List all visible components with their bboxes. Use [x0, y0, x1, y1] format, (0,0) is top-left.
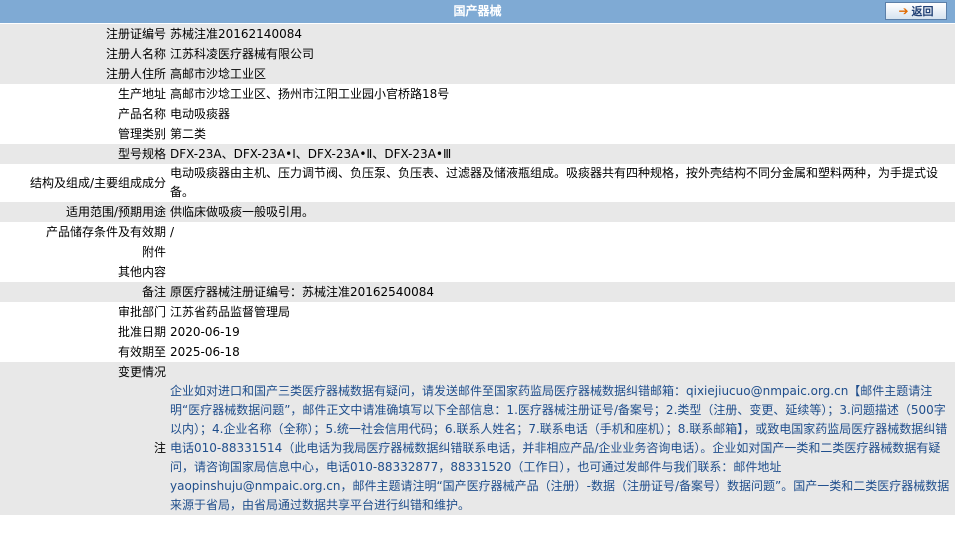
- field-label: 结构及组成/主要组成成分: [0, 164, 168, 202]
- table-row: 注册人住所 高邮市沙埝工业区: [0, 64, 955, 84]
- table-row: 产品名称 电动吸痰器: [0, 104, 955, 124]
- table-row: 产品储存条件及有效期 /: [0, 222, 955, 242]
- field-label: 变更情况: [0, 362, 168, 382]
- field-label: 备注: [0, 282, 168, 302]
- field-value: 电动吸痰器: [168, 104, 955, 124]
- field-label: 产品储存条件及有效期: [0, 222, 168, 242]
- table-row: 有效期至 2025-06-18: [0, 342, 955, 362]
- table-row: 附件: [0, 242, 955, 262]
- field-value: 苏械注准20162140084: [168, 24, 955, 44]
- field-value: 2020-06-19: [168, 322, 955, 342]
- field-label: 注册人名称: [0, 44, 168, 64]
- field-value: [168, 362, 955, 382]
- page-header: 国产器械 ➔ 返回: [0, 0, 955, 24]
- field-label: 有效期至: [0, 342, 168, 362]
- field-value: 电动吸痰器由主机、压力调节阀、负压泵、负压表、过滤器及储液瓶组成。吸痰器共有四种…: [168, 164, 955, 202]
- field-label: 其他内容: [0, 262, 168, 282]
- table-row: 结构及组成/主要组成成分 电动吸痰器由主机、压力调节阀、负压泵、负压表、过滤器及…: [0, 164, 955, 202]
- table-row: 适用范围/预期用途 供临床做吸痰一般吸引用。: [0, 202, 955, 222]
- table-row: 型号规格 DFX-23A、DFX-23A•Ⅰ、DFX-23A•Ⅱ、DFX-23A…: [0, 144, 955, 164]
- table-row: 注册证编号 苏械注准20162140084: [0, 24, 955, 44]
- field-value: 原医疗器械注册证编号：苏械注准20162540084: [168, 282, 955, 302]
- field-label: 附件: [0, 242, 168, 262]
- table-row: 注册人名称 江苏科凌医疗器械有限公司: [0, 44, 955, 64]
- field-label: 批准日期: [0, 322, 168, 342]
- field-label: 注册证编号: [0, 24, 168, 44]
- field-label: 管理类别: [0, 124, 168, 144]
- table-row: 生产地址 高邮市沙埝工业区、扬州市江阳工业园小官桥路18号: [0, 84, 955, 104]
- page-title: 国产器械: [453, 4, 502, 18]
- field-value: /: [168, 222, 955, 242]
- field-value: 高邮市沙埝工业区、扬州市江阳工业园小官桥路18号: [168, 84, 955, 104]
- table-row: 其他内容: [0, 262, 955, 282]
- field-label: 生产地址: [0, 84, 168, 104]
- back-button-label: 返回: [911, 5, 934, 18]
- field-value: [168, 262, 955, 282]
- field-value: 2025-06-18: [168, 342, 955, 362]
- field-value: [168, 242, 955, 262]
- back-button[interactable]: ➔ 返回: [885, 2, 947, 20]
- field-label: 型号规格: [0, 144, 168, 164]
- field-value: DFX-23A、DFX-23A•Ⅰ、DFX-23A•Ⅱ、DFX-23A•Ⅲ: [168, 144, 955, 164]
- field-label: 审批部门: [0, 302, 168, 322]
- field-value: 第二类: [168, 124, 955, 144]
- table-row: 变更情况: [0, 362, 955, 382]
- field-label: 产品名称: [0, 104, 168, 124]
- note-label: 注: [0, 382, 168, 515]
- arrow-right-icon: ➔: [898, 4, 909, 18]
- detail-table: 注册证编号 苏械注准20162140084 注册人名称 江苏科凌医疗器械有限公司…: [0, 24, 955, 515]
- field-label: 适用范围/预期用途: [0, 202, 168, 222]
- note-text: 企业如对进口和国产三类医疗器械数据有疑问，请发送邮件至国家药监局医疗器械数据纠错…: [168, 382, 955, 515]
- table-row: 管理类别 第二类: [0, 124, 955, 144]
- field-value: 供临床做吸痰一般吸引用。: [168, 202, 955, 222]
- field-label: 注册人住所: [0, 64, 168, 84]
- field-value: 江苏省药品监督管理局: [168, 302, 955, 322]
- field-value: 江苏科凌医疗器械有限公司: [168, 44, 955, 64]
- table-row: 审批部门 江苏省药品监督管理局: [0, 302, 955, 322]
- note-row: 注 企业如对进口和国产三类医疗器械数据有疑问，请发送邮件至国家药监局医疗器械数据…: [0, 382, 955, 515]
- table-row: 批准日期 2020-06-19: [0, 322, 955, 342]
- field-value: 高邮市沙埝工业区: [168, 64, 955, 84]
- table-row: 备注 原医疗器械注册证编号：苏械注准20162540084: [0, 282, 955, 302]
